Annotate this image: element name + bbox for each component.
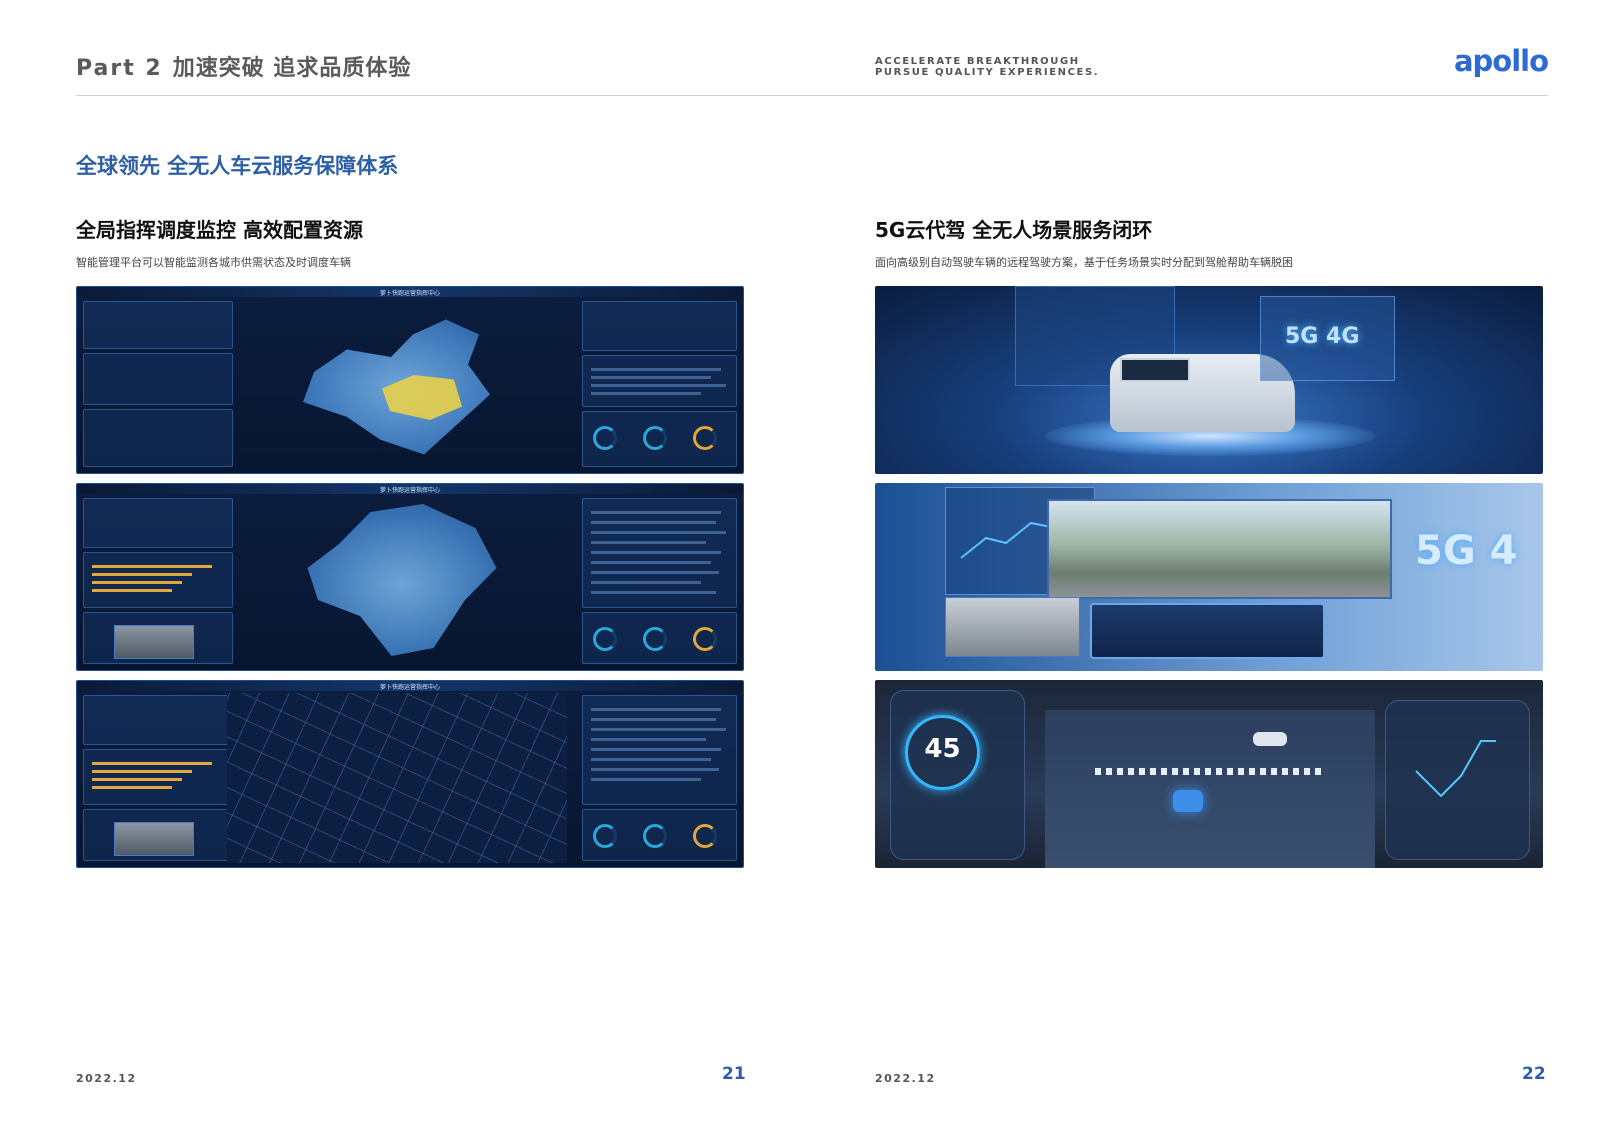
crosswalk (1095, 768, 1325, 775)
panel-rankings (83, 749, 233, 805)
part-label: Part 2 (76, 56, 163, 81)
dashboard-screenshot-national: 萝卜快跑运营指挥中心 (76, 286, 744, 474)
header-divider (76, 95, 1548, 96)
panel-feedback-list (582, 355, 737, 407)
navigation-panel (1385, 700, 1530, 860)
dashboard-banner: 萝卜快跑运营指挥中心 (77, 287, 743, 297)
english-line-1: ACCELERATE BREAKTHROUGH (875, 56, 1080, 67)
speed-value: 45 (924, 734, 961, 764)
city-map (307, 504, 497, 656)
section-title: 全球领先 全无人车云服务保障体系 (76, 154, 399, 178)
page-number-right: 22 (1522, 1064, 1546, 1084)
video-wall-image: 5G 4 (875, 483, 1543, 671)
simulator-display (1120, 358, 1190, 382)
street-grid-map (227, 693, 567, 863)
dashboard-banner-text: 萝卜快跑运营指挥中心 (379, 290, 441, 297)
passenger-camera (945, 597, 1080, 657)
panel-rankings (83, 552, 233, 608)
panel-gauges (582, 809, 737, 861)
gauge-1 (593, 824, 617, 848)
dashboard-banner-text: 萝卜快跑运营指挥中心 (379, 487, 441, 494)
panel-feedback-list (582, 695, 737, 805)
footer-date-right: 2022.12 (875, 1072, 936, 1085)
panel-vehicles (83, 409, 233, 467)
dashboard-screenshot-city: 萝卜快跑运营指挥中心 (76, 483, 744, 671)
dashboard-screenshot-street: 萝卜快跑运营指挥中心 (76, 680, 744, 868)
gauge-2 (643, 426, 667, 450)
dashboard-banner: 萝卜快跑运营指挥中心 (77, 484, 743, 494)
signal-label: 5G 4G (1285, 324, 1360, 349)
panel-live-view (83, 612, 233, 664)
gauge-1 (593, 627, 617, 651)
gauge-3 (693, 426, 717, 450)
ego-vehicle (1173, 790, 1203, 812)
panel-overview (83, 695, 233, 745)
panel-pie (582, 301, 737, 351)
left-column-description: 智能管理平台可以智能监测各城市供需状态及时调度车辆 (76, 256, 351, 269)
gauge-3 (693, 627, 717, 651)
panel-live-view (83, 809, 233, 861)
english-line-2: PURSUE QUALITY EXPERIENCES. (875, 67, 1100, 78)
live-view-thumbnail (114, 822, 194, 856)
speedometer: 45 (905, 715, 980, 790)
vehicle-hud-image: 45 (875, 680, 1543, 868)
gauge-2 (643, 824, 667, 848)
navigation-route (1415, 740, 1496, 798)
panel-orders (83, 353, 233, 405)
part-title: 加速突破 追求品质体验 (172, 56, 412, 81)
panel-gauges (582, 411, 737, 467)
dashboard-banner-text: 萝卜快跑运营指挥中心 (379, 684, 441, 691)
vehicle-hud-display (1090, 603, 1325, 659)
right-column-title: 5G云代驾 全无人场景服务闭环 (875, 218, 1153, 242)
panel-overview (83, 498, 233, 548)
street-view-screen (1047, 499, 1392, 599)
road-surface (1045, 710, 1375, 868)
panel-feedback-list (582, 498, 737, 608)
header-part: Part 2 加速突破 追求品质体验 (76, 50, 411, 82)
gauge-1 (593, 426, 617, 450)
panel-overview (83, 301, 233, 349)
remote-cockpit-image: 5G 4G (875, 286, 1543, 474)
gauge-2 (643, 627, 667, 651)
page-number-left: 21 (722, 1064, 746, 1084)
panel-gauges (582, 612, 737, 664)
other-vehicle (1253, 732, 1287, 746)
left-column-title: 全局指挥调度监控 高效配置资源 (76, 218, 363, 242)
gauge-3 (693, 824, 717, 848)
apollo-logo: apollo (1453, 44, 1549, 78)
dashboard-banner: 萝卜快跑运营指挥中心 (77, 681, 743, 691)
signal-label: 5G 4 (1415, 528, 1518, 574)
header-english-tagline: ACCELERATE BREAKTHROUGH PURSUE QUALITY E… (875, 56, 1099, 78)
footer-date-left: 2022.12 (76, 1072, 137, 1085)
right-column-description: 面向高级别自动驾驶车辆的远程驾驶方案，基于任务场景实时分配到驾舱帮助车辆脱困 (875, 256, 1293, 269)
live-view-thumbnail (114, 625, 194, 659)
